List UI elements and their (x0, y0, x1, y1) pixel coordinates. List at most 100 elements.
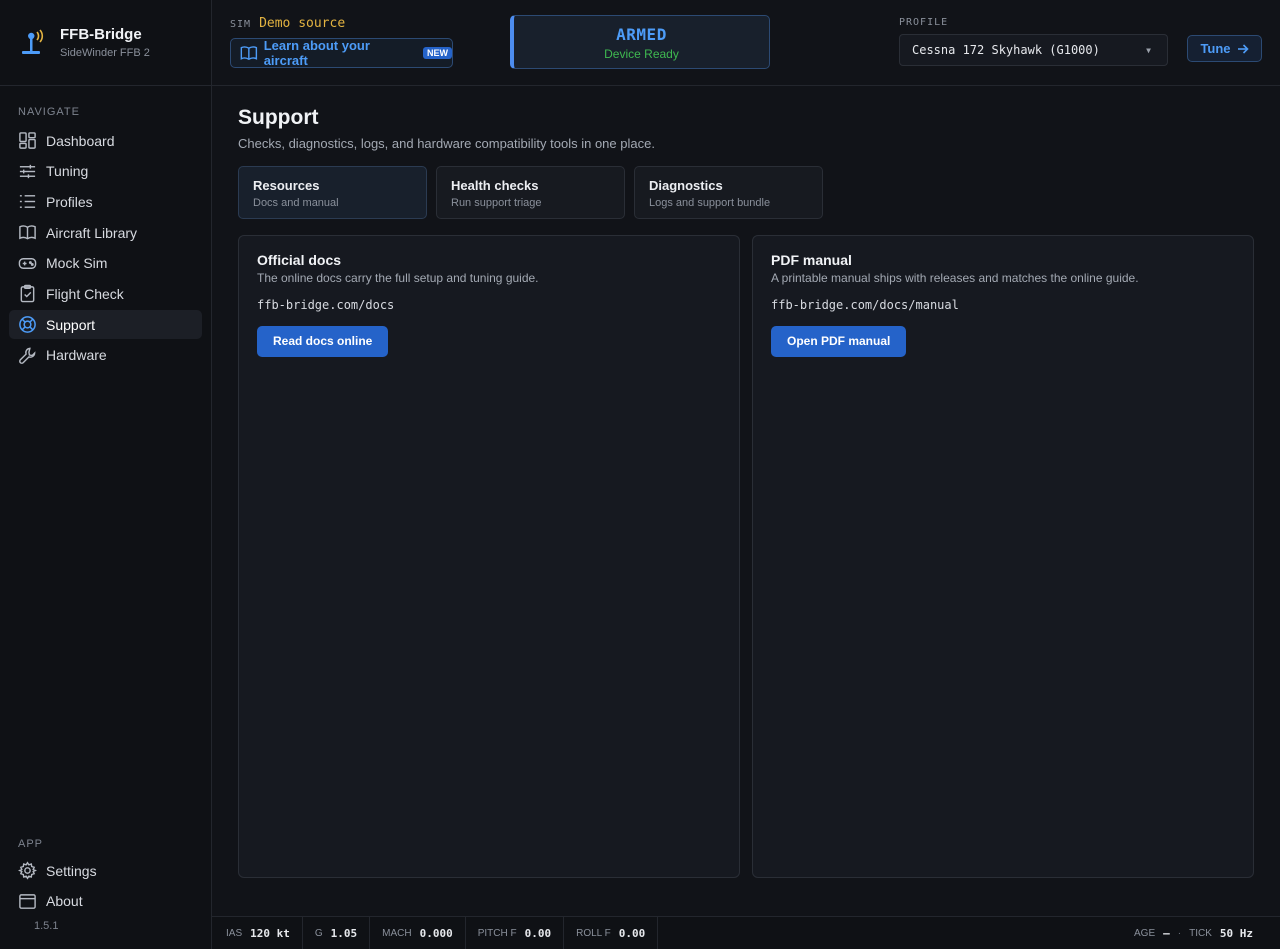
stat-label: ROLL F (576, 927, 611, 939)
app-title: FFB-Bridge (60, 26, 142, 43)
pdf-manual-card: PDF manual A printable manual ships with… (752, 235, 1254, 878)
profile-selected-value: Cessna 172 Skyhawk (G1000) (912, 43, 1100, 57)
sidebar-item-aircraft-library[interactable]: Aircraft Library (9, 218, 202, 247)
read-docs-button[interactable]: Read docs online (257, 326, 389, 357)
sim-value: Demo source (259, 16, 346, 31)
card-description: The online docs carry the full setup and… (257, 271, 539, 285)
stat-roll-force: ROLL F 0.00 (564, 916, 659, 949)
sidebar-item-label: About (46, 893, 83, 910)
tab-subtitle: Docs and manual (253, 197, 339, 209)
app-section: APP Settings About 1.5.1 (0, 838, 212, 932)
top-bar: SIM Demo source Learn about your aircraf… (212, 0, 1280, 86)
tune-button[interactable]: Tune (1187, 35, 1262, 62)
sidebar-item-label: Mock Sim (46, 255, 108, 272)
sidebar-item-support[interactable]: Support (9, 310, 202, 340)
tune-label: Tune (1200, 41, 1231, 56)
sidebar-item-label: Support (46, 316, 96, 333)
stat-ias: IAS 120 kt (212, 916, 303, 949)
tab-diagnostics[interactable]: Diagnostics Logs and support bundle (634, 166, 823, 219)
status-bar: IAS 120 kt G 1.05 MACH 0.000 PITCH F 0.0… (212, 916, 1280, 949)
sliders-icon (19, 164, 36, 178)
stat-label: G (314, 927, 323, 939)
stat-value: 120 kt (250, 926, 290, 940)
sim-label: SIM (230, 19, 252, 30)
sidebar-item-label: Tuning (46, 163, 89, 180)
stat-label: TICK (1189, 927, 1212, 939)
list-icon (19, 195, 36, 209)
sidebar-item-label: Flight Check (46, 285, 124, 302)
clipboard-check-icon (20, 285, 35, 303)
dashboard-icon (19, 132, 36, 149)
stat-value: 0.00 (524, 926, 552, 940)
new-badge: NEW (423, 47, 452, 59)
nav-heading: NAVIGATE (18, 106, 80, 118)
stat-pitch-force: PITCH F 0.00 (466, 916, 565, 949)
status-right: AGE — · TICK 50 Hz (1134, 927, 1280, 940)
sidebar-item-profiles[interactable]: Profiles (9, 187, 202, 216)
lifebuoy-icon (19, 316, 36, 333)
page-subtitle: Checks, diagnostics, logs, and hardware … (238, 136, 655, 151)
book-icon (19, 225, 36, 240)
app-version: 1.5.1 (34, 919, 59, 932)
gamepad-icon (18, 257, 37, 269)
brand: FFB-Bridge SideWinder FFB 2 (0, 0, 211, 86)
sidebar-item-mock-sim[interactable]: Mock Sim (9, 249, 202, 278)
learn-aircraft-button[interactable]: Learn about your aircraft NEW (230, 38, 453, 68)
page-title: Support (238, 106, 319, 129)
sidebar-item-label: Settings (46, 862, 97, 879)
tab-title: Diagnostics (649, 178, 723, 193)
stat-label: PITCH F (477, 927, 517, 939)
tab-title: Resources (253, 178, 320, 193)
manual-url: ffb-bridge.com/docs/manual (771, 298, 959, 312)
app-heading: APP (18, 838, 44, 850)
window-icon (19, 893, 36, 909)
tab-subtitle: Logs and support bundle (649, 197, 771, 209)
sim-source: SIM Demo source (230, 16, 345, 31)
stat-g: G 1.05 (303, 916, 371, 949)
sidebar-item-flight-check[interactable]: Flight Check (9, 279, 202, 308)
tab-resources[interactable]: Resources Docs and manual (238, 166, 427, 219)
sidebar: FFB-Bridge SideWinder FFB 2 NAVIGATE Das… (0, 0, 212, 949)
open-pdf-manual-button[interactable]: Open PDF manual (771, 326, 907, 357)
chevron-down-icon: ▼ (1146, 45, 1151, 55)
sidebar-item-about[interactable]: About (9, 887, 203, 916)
sidebar-item-dashboard[interactable]: Dashboard (9, 126, 202, 155)
stat-value: 50 Hz (1219, 926, 1253, 940)
card-title: Official docs (257, 252, 342, 268)
main-content: Support Checks, diagnostics, logs, and h… (212, 86, 1280, 916)
sidebar-item-tuning[interactable]: Tuning (9, 157, 202, 186)
docs-url: ffb-bridge.com/docs (257, 298, 395, 312)
card-description: A printable manual ships with releases a… (771, 271, 1139, 285)
wrench-icon (19, 347, 36, 364)
stat-value: 0.00 (618, 926, 646, 940)
joystick-logo-icon (22, 28, 44, 54)
stat-label: IAS (226, 927, 243, 939)
sidebar-item-label: Profiles (46, 193, 93, 210)
support-tabs: Resources Docs and manual Health checks … (238, 166, 823, 219)
book-icon (240, 46, 258, 61)
stat-label: AGE (1134, 927, 1156, 939)
stat-value: 0.000 (419, 926, 453, 940)
card-title: PDF manual (771, 252, 852, 268)
tab-health-checks[interactable]: Health checks Run support triage (436, 166, 625, 219)
profile-label: PROFILE (899, 17, 949, 28)
tab-subtitle: Run support triage (451, 197, 542, 209)
sidebar-item-label: Aircraft Library (46, 224, 138, 241)
arm-status-panel: ARMED Device Ready (510, 15, 770, 69)
stat-value: 1.05 (330, 926, 358, 940)
separator: · (1177, 927, 1182, 939)
profile-select[interactable]: Cessna 172 Skyhawk (G1000) ▼ (899, 34, 1168, 66)
device-name: SideWinder FFB 2 (60, 47, 150, 59)
stat-label: MACH (382, 927, 412, 939)
device-status: Device Ready (604, 47, 679, 61)
sidebar-item-label: Dashboard (46, 132, 115, 149)
stat-value: — (1163, 926, 1170, 940)
tab-title: Health checks (451, 178, 539, 193)
stat-mach: MACH 0.000 (370, 916, 466, 949)
arrow-right-icon (1237, 43, 1249, 54)
sidebar-item-settings[interactable]: Settings (9, 856, 203, 885)
arm-status-title: ARMED (616, 25, 667, 44)
gear-icon (18, 861, 37, 880)
sidebar-item-label: Hardware (46, 347, 107, 364)
sidebar-item-hardware[interactable]: Hardware (9, 341, 202, 370)
